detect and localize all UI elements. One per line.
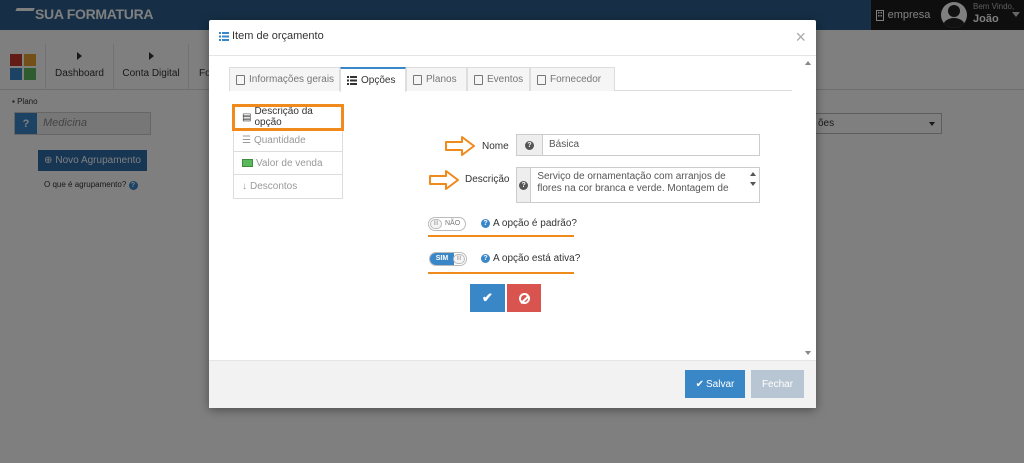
modal-footer: ✔ Salvar Fechar bbox=[209, 360, 816, 408]
toggle-knob: III bbox=[430, 219, 442, 229]
close-label: Fechar bbox=[761, 378, 794, 390]
ativa-label: ? A opção está ativa? bbox=[481, 253, 580, 264]
sidebar-item-descricao[interactable]: ▤ Descrição da opção bbox=[232, 104, 344, 131]
close-icon[interactable]: × bbox=[795, 28, 806, 46]
tab-label: Fornecedor bbox=[550, 74, 602, 85]
ativa-label-text: A opção está ativa? bbox=[493, 253, 581, 264]
toggle-knob: III bbox=[453, 254, 465, 264]
tab-informacoes-gerais[interactable]: Informações gerais bbox=[229, 67, 340, 91]
help-icon[interactable]: ? bbox=[481, 219, 490, 228]
ordered-list-icon: ☰ bbox=[242, 134, 251, 146]
descricao-field[interactable]: ? Serviço de ornamentação com arranjos d… bbox=[516, 167, 760, 203]
table-icon bbox=[413, 74, 422, 85]
arrow-down-icon: ↓ bbox=[242, 181, 247, 192]
descricao-textarea[interactable]: Serviço de ornamentação com arranjos de … bbox=[531, 168, 759, 200]
file-icon bbox=[236, 74, 245, 85]
check-icon: ✔ bbox=[695, 378, 705, 390]
list-icon bbox=[347, 76, 357, 85]
tab-label: Informações gerais bbox=[249, 74, 335, 85]
help-icon[interactable]: ? bbox=[481, 254, 490, 263]
tab-label: Planos bbox=[426, 74, 457, 85]
sidebar-item-label: Descrição da opção bbox=[254, 106, 313, 128]
sidebar-item-label: Quantidade bbox=[253, 134, 306, 146]
arrow-right-icon bbox=[429, 170, 459, 190]
highlight-underline bbox=[428, 272, 574, 274]
nome-label: Nome bbox=[482, 141, 509, 152]
scroll-down-icon[interactable] bbox=[805, 351, 811, 355]
tab-label: Opções bbox=[361, 75, 396, 86]
padrao-label: ? A opção é padrão? bbox=[481, 218, 577, 229]
sidebar-item-label: Valor de venda bbox=[256, 157, 323, 169]
modal-body: Informações gerais Opções Planos Eventos… bbox=[209, 57, 816, 360]
close-button[interactable]: Fechar bbox=[751, 370, 804, 398]
building-icon bbox=[537, 74, 546, 85]
nome-input[interactable]: Básica bbox=[543, 135, 585, 155]
question-icon: ? bbox=[517, 135, 543, 155]
options-sidebar: ▤ Descrição da opção ☰ Quantidade Valor … bbox=[232, 104, 344, 199]
descricao-label: Descrição bbox=[465, 174, 510, 185]
ban-icon bbox=[518, 292, 530, 304]
calendar-icon bbox=[474, 74, 483, 85]
arrow-right-icon bbox=[445, 136, 475, 156]
tab-opcoes[interactable]: Opções bbox=[340, 67, 406, 92]
scroll-up-icon[interactable] bbox=[750, 172, 756, 176]
modal-header: Item de orçamento × bbox=[209, 20, 816, 56]
confirm-button[interactable]: ✔ bbox=[470, 284, 505, 312]
sidebar-item-descontos[interactable]: ↓ Descontos bbox=[234, 175, 342, 198]
highlight-underline bbox=[428, 235, 574, 237]
nome-field[interactable]: ? Básica bbox=[516, 134, 760, 156]
sidebar-item-label: Descontos bbox=[250, 181, 298, 192]
question-icon: ? bbox=[517, 168, 532, 202]
toggle-state: SIM bbox=[430, 253, 454, 265]
money-icon bbox=[242, 159, 253, 167]
tab-label: Eventos bbox=[487, 74, 524, 85]
list-icon bbox=[219, 31, 229, 41]
tab-fornecedor[interactable]: Fornecedor bbox=[530, 67, 615, 91]
cancel-button[interactable] bbox=[507, 284, 541, 312]
save-label: Salvar bbox=[706, 378, 735, 390]
document-icon: ▤ bbox=[242, 111, 252, 123]
sidebar-item-quantidade[interactable]: ☰ Quantidade bbox=[234, 129, 342, 152]
scroll-down-icon[interactable] bbox=[750, 182, 756, 186]
tab-planos[interactable]: Planos bbox=[406, 67, 467, 91]
item-orcamento-modal: Item de orçamento × Informações gerais O… bbox=[209, 20, 816, 408]
padrao-label-text: A opção é padrão? bbox=[493, 218, 577, 229]
toggle-state: NÃO bbox=[445, 220, 461, 227]
tab-bar: Informações gerais Opções Planos Eventos… bbox=[229, 67, 792, 92]
sidebar-item-valor-venda[interactable]: Valor de venda bbox=[234, 152, 342, 175]
modal-title-text: Item de orçamento bbox=[232, 30, 324, 42]
save-button[interactable]: ✔ Salvar bbox=[685, 370, 745, 398]
scroll-up-icon[interactable] bbox=[805, 61, 811, 65]
toggle-ativa[interactable]: SIM III bbox=[429, 252, 467, 266]
toggle-padrao[interactable]: III NÃO bbox=[428, 217, 466, 231]
tab-eventos[interactable]: Eventos bbox=[467, 67, 530, 91]
modal-title: Item de orçamento bbox=[219, 30, 324, 42]
check-icon: ✔ bbox=[482, 290, 493, 305]
